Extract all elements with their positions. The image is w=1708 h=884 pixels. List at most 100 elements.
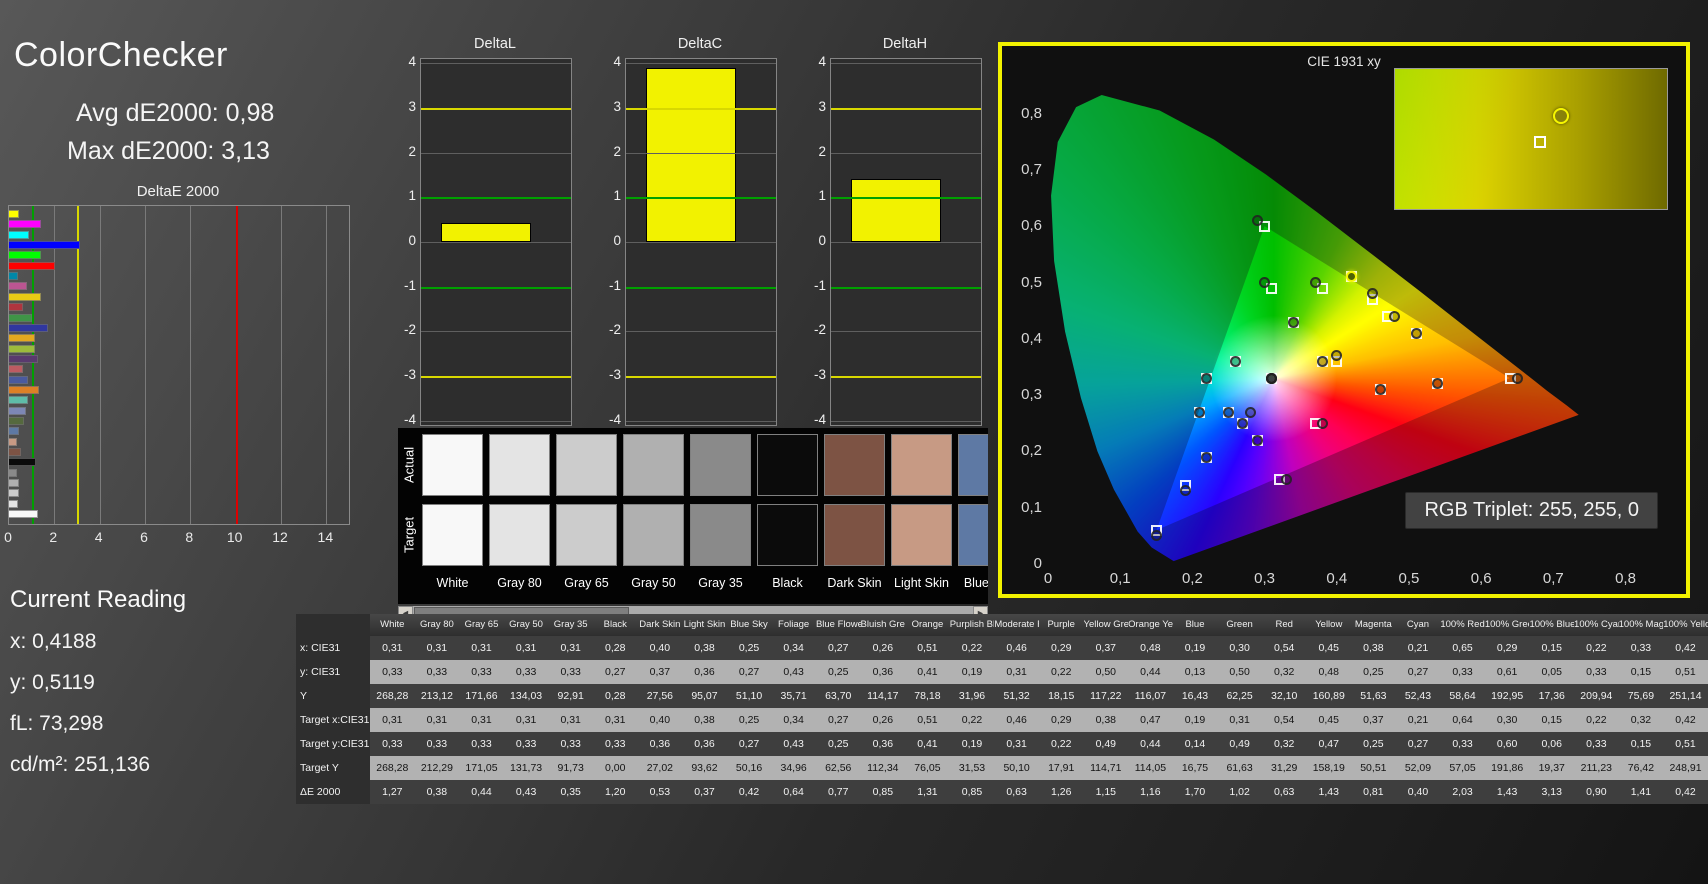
table-cell: 117,22 — [1090, 690, 1122, 702]
swatch-actual[interactable] — [958, 434, 988, 496]
delta-axis-tick: 2 — [818, 143, 826, 159]
swatch-target[interactable] — [422, 504, 483, 566]
table-cell: 0,64 — [783, 786, 804, 798]
table-cell: 0,36 — [872, 738, 894, 750]
swatch-target[interactable] — [690, 504, 751, 566]
table-cell: 0,30 — [1496, 714, 1518, 726]
swatch-target[interactable] — [757, 504, 818, 566]
cie-zoom-inset — [1394, 68, 1668, 210]
table-cell: 0,33 — [560, 738, 581, 750]
table-cell: 0,33 — [1452, 666, 1473, 678]
table-cell: 0,36 — [694, 666, 715, 678]
swatch-row-target — [422, 504, 988, 566]
table-cell: 0,25 — [738, 714, 760, 726]
table-column-header: Gray 65 — [464, 619, 499, 630]
table-row-label: Y — [296, 684, 370, 708]
swatch-target[interactable] — [958, 504, 988, 566]
table-cell: 171,05 — [465, 762, 498, 774]
deltae-bar — [9, 375, 29, 384]
swatch-label: White — [436, 576, 469, 590]
reading-y: y: 0,5119 — [10, 671, 95, 694]
table-column-header: 100% Cyan — [1574, 619, 1619, 630]
table-cell: 0,36 — [694, 738, 715, 750]
table-cell: 0,31 — [1229, 714, 1250, 726]
deltae-bar — [9, 437, 18, 446]
cie-x-tick: 0,3 — [1254, 570, 1275, 587]
table-cell: 0,49 — [1095, 738, 1117, 750]
delta-green-line — [831, 197, 981, 200]
table-cell: 0,31 — [471, 714, 492, 726]
table-cell: 51,63 — [1360, 690, 1387, 702]
swatch-actual[interactable] — [623, 434, 684, 496]
delta-chart-deltac: DeltaC 4 3 2 1 0 -1 -2 -3 -4 — [597, 36, 787, 428]
table-cell: 0,33 — [1452, 738, 1473, 750]
swatch-target[interactable] — [556, 504, 617, 566]
table-cell: 76,05 — [914, 762, 941, 774]
cie-measured-point — [1374, 384, 1386, 396]
swatch-actual[interactable] — [757, 434, 818, 496]
table-cell: 0,31 — [515, 642, 537, 654]
table-cell: 62,25 — [1226, 690, 1253, 702]
delta-chart-bar — [645, 67, 736, 242]
table-cell: 0,32 — [1273, 738, 1295, 750]
swatch-actual[interactable] — [891, 434, 952, 496]
swatch-actual[interactable] — [690, 434, 751, 496]
swatch-actual[interactable] — [422, 434, 483, 496]
table-cell: 0,33 — [1586, 738, 1607, 750]
table-cell: 16,43 — [1181, 690, 1209, 702]
table-cell: 0,38 — [694, 642, 715, 654]
deltae-bar — [9, 344, 36, 353]
table-cell: 251,14 — [1669, 690, 1702, 702]
table-column-header: White — [380, 619, 405, 630]
swatch-row-actual — [422, 434, 988, 496]
table-column-header: Purplish Blue — [949, 619, 995, 630]
delta-axis-tick: -3 — [813, 366, 826, 382]
delta-yellow-line — [831, 108, 981, 111]
deltae-bar — [9, 210, 19, 218]
swatch-actual[interactable] — [489, 434, 550, 496]
swatch-actual[interactable] — [824, 434, 885, 496]
table-column-header: 100% Yellow — [1663, 619, 1708, 630]
table-column-header: Cyan — [1406, 619, 1430, 630]
table-column-header: Light Skin — [683, 619, 726, 630]
table-cell: 0,26 — [872, 714, 894, 726]
cie-measured-point — [1150, 530, 1162, 542]
delta-green-line — [626, 197, 776, 200]
delta-yellow-line — [421, 375, 571, 378]
deltae-x-tick: 12 — [272, 529, 288, 545]
table-cell: 0,33 — [1630, 642, 1652, 654]
table-cell: 0,27 — [828, 642, 849, 654]
delta-gridline — [626, 420, 776, 422]
table-cell: 52,09 — [1404, 762, 1432, 774]
deltae-x-tick: 4 — [94, 529, 103, 545]
swatch-target[interactable] — [891, 504, 952, 566]
deltae-bar — [9, 292, 42, 301]
table-cell: 0,40 — [649, 714, 671, 726]
cie-measured-point — [1244, 406, 1256, 418]
swatch-target[interactable] — [623, 504, 684, 566]
cie-measured-point — [1511, 372, 1523, 384]
deltae-x-axis: 0 2 4 6 8 10 12 14 — [4, 529, 368, 547]
swatch-target[interactable] — [489, 504, 550, 566]
cie-y-tick: 0,1 — [1021, 498, 1042, 516]
delta-axis-tick: -1 — [403, 277, 416, 293]
table-cell: 0,22 — [1050, 666, 1072, 678]
table-cell: 209,94 — [1580, 690, 1613, 702]
delta-gridline — [831, 242, 981, 243]
swatch-actual[interactable] — [556, 434, 617, 496]
table-cell: 51,10 — [735, 690, 763, 702]
cie-y-tick: 0,4 — [1021, 329, 1042, 347]
table-cell: 0,44 — [1140, 666, 1161, 678]
table-cell: 0,15 — [1541, 642, 1562, 654]
delta-axis-tick: -4 — [813, 411, 826, 427]
table-cell: 0,30 — [1229, 642, 1250, 654]
table-row: y: CIE31 0,33 0,33 0,33 0,33 0,33 0,27 0,37 0,36… — [296, 660, 1708, 684]
table-cell: 91,73 — [557, 762, 584, 774]
table-cell: 0,15 — [1630, 738, 1652, 750]
cie-x-tick: 0,5 — [1398, 570, 1420, 587]
delta-chart-title: DeltaC — [677, 36, 723, 52]
deltae-bar — [9, 282, 28, 291]
table-cell: 1,26 — [1050, 786, 1072, 798]
swatch-target[interactable] — [824, 504, 885, 566]
table-cell: 0,31 — [1006, 738, 1027, 750]
